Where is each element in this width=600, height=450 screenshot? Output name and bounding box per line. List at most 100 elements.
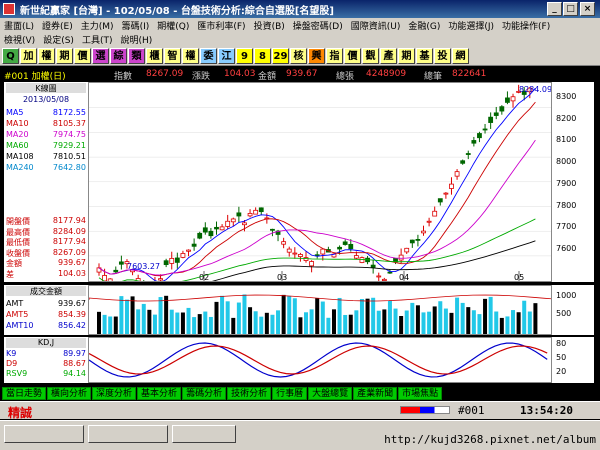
taskbar-item[interactable]	[172, 425, 236, 443]
toolbar-button[interactable]: 29	[272, 48, 289, 64]
toolbar-button[interactable]: 權	[38, 48, 55, 64]
candle	[371, 265, 375, 267]
toolbar-button[interactable]: 類	[128, 48, 145, 64]
volume-bar	[522, 301, 526, 334]
ohlc-value: 8177.94	[53, 237, 86, 246]
tab-6[interactable]: 行事曆	[272, 387, 307, 400]
toolbar-button[interactable]: 興	[308, 48, 325, 64]
candle	[494, 113, 498, 116]
volume-bar	[410, 303, 414, 334]
toolbar-button[interactable]: 江	[218, 48, 235, 64]
toolbar-button[interactable]: 核	[290, 48, 307, 64]
kd-value: 94.14	[63, 369, 86, 378]
tab-7[interactable]: 大盤總覽	[308, 387, 352, 400]
candle	[449, 184, 453, 188]
volume-chart[interactable]	[88, 285, 552, 335]
menu-item[interactable]: 功能操作(F)	[502, 19, 550, 32]
candlestick-chart: 8284.097603.2702 03 04 05	[89, 83, 551, 281]
toolbar-button[interactable]: Q	[2, 48, 19, 64]
ohlc-label: 最高價	[6, 228, 30, 237]
tab-4[interactable]: 籌碼分析	[182, 387, 226, 400]
toolbar-button[interactable]: 權	[182, 48, 199, 64]
menu-item[interactable]: 投資(B)	[254, 19, 285, 32]
menu-item[interactable]: 說明(H)	[120, 33, 152, 46]
menu-item[interactable]: 工具(T)	[82, 33, 113, 46]
toolbar-button[interactable]: 綜	[110, 48, 127, 64]
candle	[466, 154, 470, 155]
toolbar-button[interactable]: 價	[344, 48, 361, 64]
price-axis: 8300 8200 8100 8000 7900 7800 7700 7600	[552, 82, 594, 282]
amt-row: AMT10 856.42	[6, 321, 86, 331]
menu-item[interactable]: 匯市利率(F)	[197, 19, 245, 32]
taskbar-item[interactable]	[4, 425, 84, 443]
toolbar-button[interactable]: 選	[92, 48, 109, 64]
menu-item[interactable]: 主力(M)	[81, 19, 114, 32]
tab-2[interactable]: 深度分析	[92, 387, 136, 400]
tab-0[interactable]: 當日走勢	[2, 387, 46, 400]
menu-item[interactable]: 檢視(V)	[4, 33, 35, 46]
watermark: http://kujd3268.pixnet.net/album	[384, 433, 596, 446]
price-chart[interactable]: 8284.09 7603.27 02 03 04 05	[88, 82, 552, 282]
toolbar-button[interactable]: 委	[200, 48, 217, 64]
volume-bar	[214, 302, 218, 334]
minimize-button[interactable]: _	[547, 2, 562, 16]
ohlc-value: 8267.09	[53, 248, 86, 257]
volume-bar	[293, 298, 297, 334]
maximize-button[interactable]: □	[563, 2, 578, 16]
toolbar-button[interactable]: 櫃	[146, 48, 163, 64]
toolbar-button[interactable]: 加	[20, 48, 37, 64]
volume-bar	[483, 299, 487, 334]
amt-value: 856.42	[58, 321, 86, 330]
ma-value: 7929.21	[53, 141, 86, 150]
volume-value: 4248909	[366, 69, 406, 79]
toolbar-button[interactable]: 價	[74, 48, 91, 64]
tab-3[interactable]: 基本分析	[137, 387, 181, 400]
toolbar-button[interactable]: 智	[164, 48, 181, 64]
tab-1[interactable]: 橫向分析	[47, 387, 91, 400]
menu-item[interactable]: 設定(S)	[43, 33, 74, 46]
candle	[170, 258, 174, 263]
menu-item[interactable]: 期權(Q)	[157, 19, 189, 32]
tab-9[interactable]: 市場焦點	[398, 387, 442, 400]
k-line-header: K線圖	[6, 83, 86, 93]
toolbar-button[interactable]: 基	[416, 48, 433, 64]
volume-bar	[332, 309, 336, 334]
volume-bar	[108, 316, 112, 334]
toolbar-button[interactable]: 投	[434, 48, 451, 64]
change-label: 漲跌	[192, 69, 210, 82]
tab-8[interactable]: 產業新聞	[353, 387, 397, 400]
ma-value: 7642.80	[53, 163, 86, 172]
close-button[interactable]: ×	[580, 2, 595, 16]
menu-item[interactable]: 畫面(L)	[4, 19, 34, 32]
menu-item[interactable]: 籌碼(I)	[122, 19, 150, 32]
candle	[349, 244, 353, 248]
price-tick: 8100	[556, 135, 576, 144]
toolbar-button[interactable]: 9	[236, 48, 253, 64]
toolbar-button[interactable]: 產	[380, 48, 397, 64]
toolbar-button[interactable]: 網	[452, 48, 469, 64]
menu-item[interactable]: 金融(G)	[408, 19, 440, 32]
kd-tick: 20	[556, 367, 566, 376]
kd-chart[interactable]	[88, 337, 552, 383]
volume-bar	[209, 317, 213, 334]
menu-item[interactable]: 證券(E)	[42, 19, 73, 32]
toolbar-button[interactable]: 指	[326, 48, 343, 64]
tab-5[interactable]: 技術分析	[227, 387, 271, 400]
taskbar-item[interactable]	[88, 425, 168, 443]
kd-value: 89.97	[63, 349, 86, 358]
toolbar-button[interactable]: 觀	[362, 48, 379, 64]
volume-bar	[248, 307, 252, 334]
toolbar-button[interactable]: 期	[56, 48, 73, 64]
toolbar-button[interactable]: 期	[398, 48, 415, 64]
status-time: 13:54:20	[520, 404, 573, 417]
candle	[220, 227, 224, 230]
menu-item[interactable]: 國際資訊(U)	[351, 19, 401, 32]
volume-bar	[477, 314, 481, 334]
menu-item[interactable]: 功能選擇(J)	[448, 19, 494, 32]
menu-item[interactable]: 操盤密碼(D)	[293, 19, 343, 32]
volume-bar	[175, 313, 179, 334]
toolbar-button[interactable]: 8	[254, 48, 271, 64]
volume-bar	[259, 317, 263, 334]
menu-bar: 畫面(L) 證券(E) 主力(M) 籌碼(I) 期權(Q) 匯市利率(F) 投資(B) 操盤密…	[0, 18, 600, 46]
low-price-label: 7603.27	[127, 262, 160, 271]
